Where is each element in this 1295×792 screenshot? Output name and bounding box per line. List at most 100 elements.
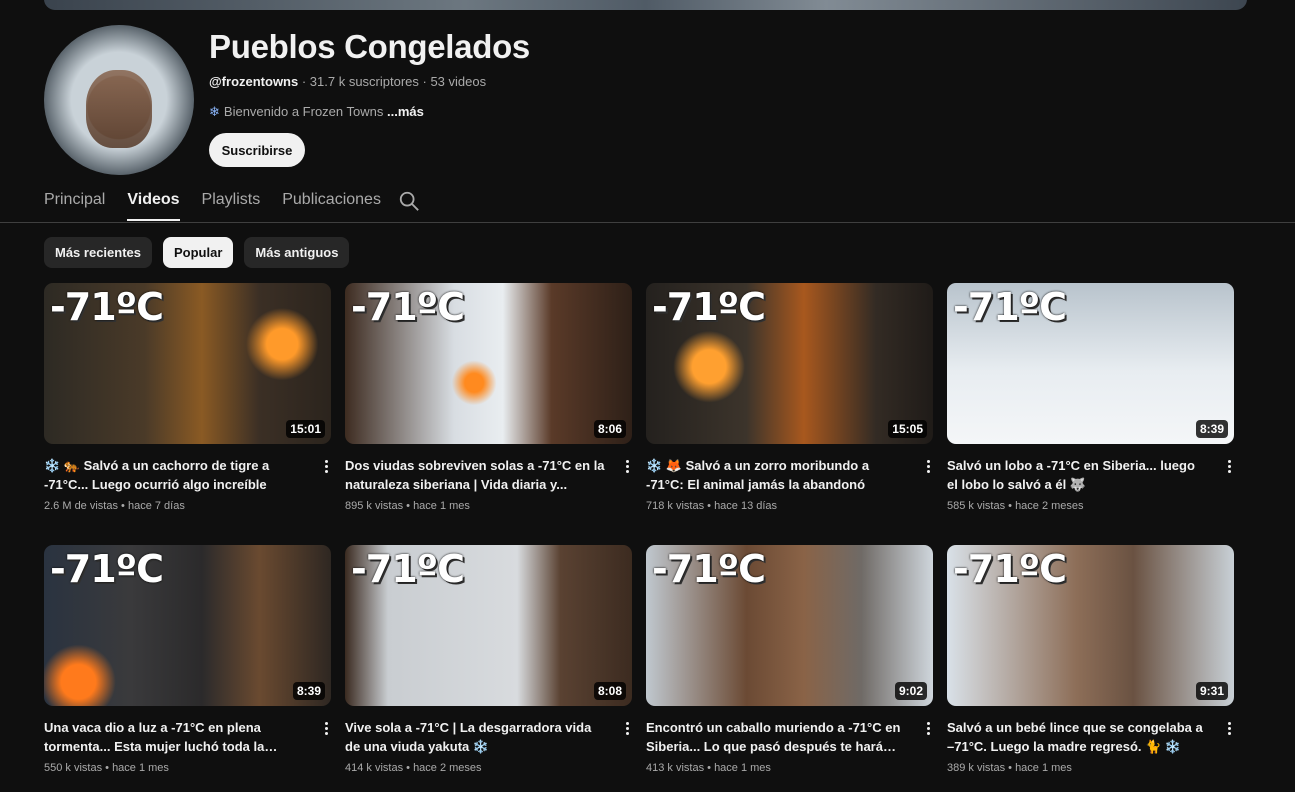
video-card[interactable]: -71ºC 8:06 Dos viudas sobreviven solas a… xyxy=(345,283,632,512)
more-link[interactable]: ...más xyxy=(387,104,424,119)
video-title[interactable]: Vive sola a -71°C | La desgarradora vida… xyxy=(345,718,607,756)
thumbnail-overlay-text: -71ºC xyxy=(953,547,1067,591)
video-stats: 413 k vistas • hace 1 mes xyxy=(646,762,933,774)
video-duration: 9:31 xyxy=(1195,682,1228,700)
tab-videos[interactable]: Videos xyxy=(127,186,180,222)
tab-playlists[interactable]: Playlists xyxy=(202,186,261,222)
video-duration: 9:02 xyxy=(894,682,927,700)
video-thumbnail[interactable]: -71ºC 15:05 xyxy=(646,283,933,444)
video-age: hace 2 meses xyxy=(1015,500,1084,512)
video-views: 585 k vistas xyxy=(947,500,1006,512)
video-card[interactable]: -71ºC 9:02 Encontró un caballo muriendo … xyxy=(646,545,933,774)
video-card[interactable]: -71ºC 9:31 Salvó a un bebé lince que se … xyxy=(947,545,1234,774)
search-icon[interactable] xyxy=(398,190,420,212)
thumbnail-overlay-text: -71ºC xyxy=(50,547,164,591)
stats-separator: • xyxy=(1005,500,1016,512)
video-age: hace 2 meses xyxy=(413,762,482,774)
video-age: hace 1 mes xyxy=(112,762,169,774)
video-thumbnail[interactable]: -71ºC 15:01 xyxy=(44,283,331,444)
thumbnail-overlay-text: -71ºC xyxy=(652,547,766,591)
more-actions-icon[interactable] xyxy=(925,458,931,476)
channel-meta-stats: · 31.7 k suscriptores · 53 videos xyxy=(298,74,487,89)
video-card[interactable]: -71ºC 8:39 Salvó un lobo a -71°C en Sibe… xyxy=(947,283,1234,512)
tab-principal[interactable]: Principal xyxy=(44,186,105,222)
video-views: 2.6 M de vistas xyxy=(44,500,118,512)
video-thumbnail[interactable]: -71ºC 8:39 xyxy=(44,545,331,706)
video-views: 895 k vistas xyxy=(345,500,404,512)
stats-separator: • xyxy=(403,500,414,512)
stats-separator: • xyxy=(102,762,113,774)
video-views: 389 k vistas xyxy=(947,762,1006,774)
more-actions-icon[interactable] xyxy=(323,458,329,476)
channel-avatar[interactable] xyxy=(44,25,194,175)
video-thumbnail[interactable]: -71ºC 8:08 xyxy=(345,545,632,706)
channel-description[interactable]: ❄ Bienvenido a Frozen Towns ...más xyxy=(209,104,424,120)
tabs-divider xyxy=(0,222,1295,223)
description-text: Bienvenido a Frozen Towns xyxy=(223,104,384,119)
video-card[interactable]: -71ºC 15:01 ❄️ 🐅 Salvó a un cachorro de … xyxy=(44,283,331,512)
video-views: 550 k vistas xyxy=(44,762,103,774)
stats-separator: • xyxy=(704,762,715,774)
video-stats: 414 k vistas • hace 2 meses xyxy=(345,762,632,774)
video-age: hace 1 mes xyxy=(413,500,470,512)
video-title[interactable]: Una vaca dio a luz a -71°C en plena torm… xyxy=(44,718,306,756)
chip-popular[interactable]: Popular xyxy=(163,237,234,268)
stats-separator: • xyxy=(117,500,128,512)
more-actions-icon[interactable] xyxy=(1226,458,1232,476)
video-age: hace 1 mes xyxy=(1015,762,1072,774)
stats-separator: • xyxy=(704,500,715,512)
video-stats: 895 k vistas • hace 1 mes xyxy=(345,500,632,512)
video-duration: 8:06 xyxy=(593,420,626,438)
sort-chips: Más recientes Popular Más antiguos xyxy=(44,237,350,268)
channel-name: Pueblos Congelados xyxy=(209,28,530,65)
video-card[interactable]: -71ºC 8:39 Una vaca dio a luz a -71°C en… xyxy=(44,545,331,774)
video-title[interactable]: ❄️ 🐅 Salvó a un cachorro de tigre a -71°… xyxy=(44,456,306,494)
video-thumbnail[interactable]: -71ºC 8:06 xyxy=(345,283,632,444)
video-duration: 8:39 xyxy=(1195,420,1228,438)
video-title[interactable]: Encontró un caballo muriendo a -71°C en … xyxy=(646,718,908,756)
more-actions-icon[interactable] xyxy=(624,458,630,476)
thumbnail-overlay-text: -71ºC xyxy=(50,285,164,329)
video-title[interactable]: Dos viudas sobreviven solas a -71°C en l… xyxy=(345,456,607,494)
video-duration: 15:05 xyxy=(888,420,927,438)
more-actions-icon[interactable] xyxy=(624,720,630,738)
thumbnail-overlay-text: -71ºC xyxy=(953,285,1067,329)
video-views: 413 k vistas xyxy=(646,762,705,774)
thumbnail-overlay-text: -71ºC xyxy=(351,547,465,591)
video-card[interactable]: -71ºC 8:08 Vive sola a -71°C | La desgar… xyxy=(345,545,632,774)
video-title[interactable]: Salvó un lobo a -71°C en Siberia... lueg… xyxy=(947,456,1209,494)
video-age: hace 13 días xyxy=(714,500,778,512)
video-stats: 718 k vistas • hace 13 días xyxy=(646,500,933,512)
video-card[interactable]: -71ºC 15:05 ❄️ 🦊 Salvó a un zorro moribu… xyxy=(646,283,933,512)
chip-mas-antiguos[interactable]: Más antiguos xyxy=(244,237,350,268)
stats-separator: • xyxy=(1005,762,1016,774)
video-stats: 550 k vistas • hace 1 mes xyxy=(44,762,331,774)
channel-handle: @frozentowns xyxy=(209,74,299,89)
tab-publicaciones[interactable]: Publicaciones xyxy=(282,186,381,222)
stats-separator: • xyxy=(403,762,414,774)
video-stats: 585 k vistas • hace 2 meses xyxy=(947,500,1234,512)
thumbnail-overlay-text: -71ºC xyxy=(351,285,465,329)
more-actions-icon[interactable] xyxy=(323,720,329,738)
channel-tabs: Principal Videos Playlists Publicaciones xyxy=(44,186,381,222)
subscribe-button[interactable]: Suscribirse xyxy=(209,133,305,167)
video-thumbnail[interactable]: -71ºC 8:39 xyxy=(947,283,1234,444)
video-thumbnail[interactable]: -71ºC 9:02 xyxy=(646,545,933,706)
video-views: 718 k vistas xyxy=(646,500,705,512)
more-actions-icon[interactable] xyxy=(1226,720,1232,738)
more-actions-icon[interactable] xyxy=(925,720,931,738)
video-title[interactable]: Salvó a un bebé lince que se congelaba a… xyxy=(947,718,1209,756)
video-duration: 8:39 xyxy=(292,682,325,700)
video-stats: 389 k vistas • hace 1 mes xyxy=(947,762,1234,774)
video-age: hace 1 mes xyxy=(714,762,771,774)
video-duration: 15:01 xyxy=(286,420,325,438)
channel-banner xyxy=(44,0,1247,10)
channel-meta: @frozentowns · 31.7 k suscriptores · 53 … xyxy=(209,74,486,89)
video-views: 414 k vistas xyxy=(345,762,404,774)
video-title[interactable]: ❄️ 🦊 Salvó a un zorro moribundo a -71°C:… xyxy=(646,456,908,494)
chip-mas-recientes[interactable]: Más recientes xyxy=(44,237,152,268)
video-age: hace 7 días xyxy=(127,500,185,512)
snowflake-icon: ❄ xyxy=(209,104,220,119)
thumbnail-overlay-text: -71ºC xyxy=(652,285,766,329)
video-thumbnail[interactable]: -71ºC 9:31 xyxy=(947,545,1234,706)
